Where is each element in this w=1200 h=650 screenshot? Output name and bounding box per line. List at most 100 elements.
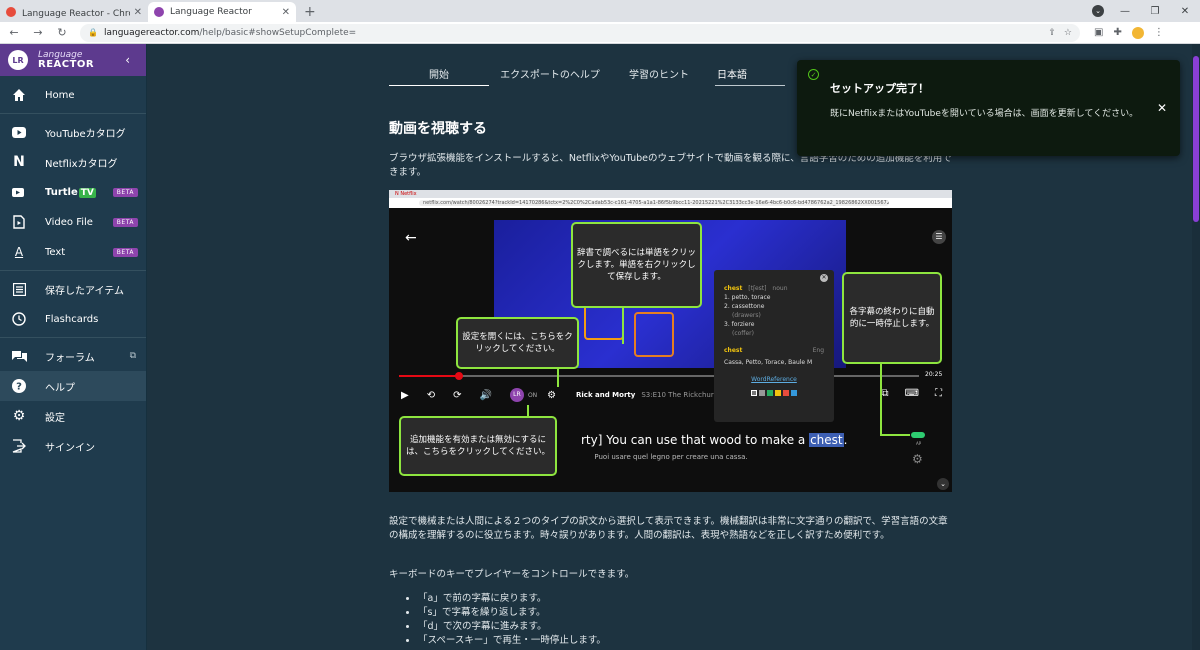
swatch (751, 390, 757, 396)
dict-headword: chest [tʃest] noun (724, 284, 824, 293)
collapse-sidebar-icon[interactable]: ‹ (125, 53, 130, 67)
tab-close-icon[interactable]: ✕ (134, 7, 142, 18)
scene-shape (634, 312, 674, 357)
browser-tab-2[interactable]: Language Reactor ✕ (148, 2, 296, 22)
browser-tab-1[interactable]: Language Reactor - Chrome ウェ ✕ (0, 2, 148, 22)
dict-translations: Cassa, Petto, Torace, Baule M (724, 359, 813, 366)
callout-autopause-connector-h (880, 434, 910, 436)
list-item: 「a」で前の字幕に戻ります。 (418, 592, 606, 606)
episodes-icon: ⧉ (881, 388, 889, 399)
close-icon: ✕ (820, 274, 828, 282)
episode-info: Rick and Morty S3:E10 The Rickchurian M (576, 391, 733, 399)
home-icon (11, 87, 27, 103)
player-controls: ▶ ⟲ ⟳ 🔊 LR ON ⚙ (401, 388, 556, 402)
back-icon[interactable]: ← (4, 26, 24, 39)
forward-10-icon: ⟳ (453, 389, 462, 401)
share-icon[interactable]: ⇪ (1048, 28, 1056, 38)
wordreference-link: WordReference (751, 376, 797, 383)
minimize-icon[interactable]: — (1110, 6, 1140, 17)
swatch (791, 390, 797, 396)
tab-search-icon[interactable]: ⌄ (1092, 5, 1104, 17)
browser-tab-bar: Language Reactor - Chrome ウェ ✕ Language … (0, 0, 1200, 22)
scrollbar-thumb[interactable] (1193, 56, 1199, 222)
sidebar-item-home[interactable]: Home (0, 80, 146, 110)
omnibox-icons: ⇪ ☆ (1048, 28, 1072, 38)
address-bar[interactable]: 🔒 languagereactor.com/help/basic#showSet… (80, 23, 1080, 42)
lr-favicon-icon (154, 7, 164, 17)
sidebar-item-label: Text (45, 246, 66, 258)
toast-close-button[interactable]: ✕ (1157, 101, 1167, 115)
ap-label: AP (916, 441, 922, 446)
progress-bar (399, 372, 919, 380)
show-title: Rick and Morty (576, 391, 636, 399)
sidebar-item-forum[interactable]: フォーラム ⧉ (0, 341, 146, 371)
text-icon: A (14, 245, 24, 259)
sidebar-item-label: YouTubeカタログ (45, 128, 126, 140)
volume-icon: 🔊 (479, 389, 492, 401)
lock-icon[interactable]: 🔒 (88, 28, 98, 37)
screenshot-url: netflix.com/watch/80026274?trackId=14170… (419, 200, 889, 206)
player-settings-icon: ⚙ (547, 389, 557, 401)
clock-icon (11, 311, 27, 327)
sidebar-item-label: 設定 (45, 412, 65, 424)
bookmark-star-icon[interactable]: ☆ (1064, 28, 1072, 38)
beta-badge: BETA (112, 187, 138, 197)
window-controls: — ❐ ✕ (1110, 0, 1200, 22)
sidebar-item-text[interactable]: A Text BETA (0, 237, 146, 267)
sidebar-item-flashcards[interactable]: Flashcards (0, 304, 146, 334)
url-domain: languagereactor.com (103, 27, 200, 38)
svg-text:?: ? (16, 382, 22, 393)
sidebar-item-label: Flashcards (45, 313, 99, 325)
dict-lang: Eng (812, 347, 824, 354)
check-circle-icon: ✓ (808, 69, 819, 80)
sidebar-item-settings[interactable]: ⚙ 設定 (0, 401, 146, 431)
screenshot-tab-label: N Netflix (395, 191, 417, 197)
turtle-label: Turtle (45, 186, 78, 198)
puzzle-icon[interactable]: ✚ (1113, 27, 1121, 38)
callout-autopause-connector (880, 364, 882, 436)
lr-on-label: ON (527, 391, 538, 399)
callout-dictionary-connector (622, 308, 624, 344)
sidebar-item-netflix[interactable]: N Netflixカタログ (0, 147, 146, 177)
netflix-icon: N (13, 154, 25, 170)
extension-icons: ▣ ✚ ⋮ (1094, 26, 1164, 39)
brand-name: Language REACTOR (38, 50, 94, 70)
kebab-menu-icon[interactable]: ⋮ (1154, 27, 1164, 38)
tab-start[interactable]: 開始 (389, 66, 489, 86)
sidebar-item-video-file[interactable]: Video File BETA (0, 207, 146, 237)
sidebar-item-label: 保存したアイテム (45, 285, 124, 297)
sidebar-item-saved-items[interactable]: 保存したアイテム (0, 274, 146, 304)
close-window-icon[interactable]: ✕ (1170, 6, 1200, 17)
forum-icon (11, 348, 27, 364)
page-title: 動画を視聴する (389, 121, 487, 137)
tab-title: Language Reactor (170, 7, 252, 17)
chrome-store-favicon-icon (6, 7, 16, 17)
language-select[interactable]: 日本語 (715, 66, 785, 86)
back-arrow-icon: ← (405, 230, 417, 246)
sidebar-item-help[interactable]: ? ヘルプ (0, 371, 146, 401)
tab-learning-tips[interactable]: 学習のヒント (611, 66, 707, 86)
subtitle-translation: Puoi usare quel legno per creare una cas… (594, 453, 748, 461)
tab-export-help[interactable]: エクスポートのヘルプ (489, 66, 611, 86)
tab-close-icon[interactable]: ✕ (282, 7, 290, 18)
sidebar-item-signin[interactable]: サインイン (0, 431, 146, 461)
sidebar-item-label: フォーラム (45, 352, 95, 364)
highlight-swatches (724, 390, 824, 396)
rewind-10-icon: ⟲ (426, 389, 436, 401)
sidebar-item-turtle-tv[interactable]: Turtle TV BETA (0, 177, 146, 207)
list-item: 「s」で字幕を繰り返します。 (418, 606, 606, 620)
profile-avatar-icon[interactable] (1131, 26, 1144, 39)
play-icon: ▶ (401, 389, 409, 401)
reload-icon[interactable]: ↻ (52, 26, 72, 39)
keyboard-shortcuts-list: 「a」で前の字幕に戻ります。 「s」で字幕を繰り返します。 「d」で次の字幕に進… (404, 592, 606, 648)
new-tab-icon[interactable]: + (304, 2, 316, 22)
progress-fill (399, 375, 459, 377)
help-tabs: 開始 エクスポートのヘルプ 学習のヒント 日本語 (389, 66, 819, 86)
maximize-icon[interactable]: ❐ (1140, 6, 1170, 17)
sidebar-item-label: Home (45, 89, 75, 101)
youtube-icon (11, 124, 27, 140)
extension-icon[interactable]: ▣ (1094, 27, 1103, 38)
forward-icon[interactable]: → (28, 26, 48, 39)
sidebar-item-youtube[interactable]: YouTubeカタログ (0, 117, 146, 147)
lr-logo-icon: LR (8, 50, 28, 70)
